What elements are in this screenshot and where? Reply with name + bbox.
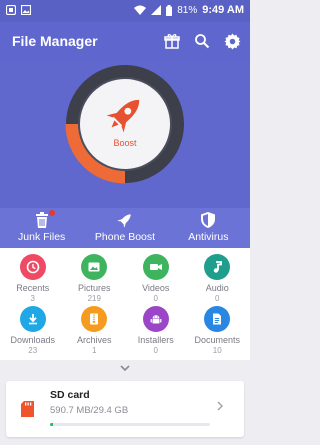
category-name: Videos <box>142 283 170 293</box>
category-pictures[interactable]: Pictures 219 <box>64 252 126 304</box>
archive-icon <box>81 306 108 332</box>
rocket-icon <box>117 214 131 228</box>
search-icon <box>195 34 210 49</box>
phone-boost-label: Phone Boost <box>94 231 156 243</box>
category-name: Documents <box>194 335 241 345</box>
battery-icon <box>166 4 173 16</box>
sd-card-icon <box>21 401 34 417</box>
category-count: 0 <box>153 294 158 303</box>
expand-categories-button[interactable] <box>0 360 250 376</box>
settings-button[interactable] <box>222 31 242 51</box>
category-downloads[interactable]: Downloads 23 <box>2 304 64 356</box>
category-archives[interactable]: Archives 1 <box>64 304 126 356</box>
category-grid-panel: Recents 3 Pictures 219 Videos 0 Audio 0 … <box>0 248 250 360</box>
app-bar: File Manager <box>0 22 250 62</box>
category-videos[interactable]: Videos 0 <box>125 252 187 304</box>
signal-icon <box>151 5 162 15</box>
document-icon <box>204 306 231 332</box>
category-name: Downloads <box>10 335 56 345</box>
category-count: 3 <box>30 294 35 303</box>
download-icon <box>19 306 46 332</box>
junk-files-button[interactable]: Junk Files <box>0 208 83 248</box>
boost-gauge[interactable]: Boost <box>65 64 185 184</box>
gift-icon <box>164 34 180 49</box>
storage-size: 590.7 MB/29.4 GB <box>50 405 129 416</box>
video-icon <box>142 254 169 280</box>
category-count: 0 <box>153 346 158 355</box>
gear-icon <box>224 33 240 49</box>
category-name: Archives <box>76 335 112 345</box>
storage-usage-fill <box>50 423 54 426</box>
junk-alert-dot <box>49 210 55 216</box>
shield-icon <box>201 212 216 228</box>
storage-name: SD card <box>50 389 90 401</box>
category-count: 1 <box>92 346 97 355</box>
category-count: 23 <box>28 346 38 355</box>
category-recents[interactable]: Recents 3 <box>2 252 64 304</box>
category-count: 10 <box>212 346 222 355</box>
sd-card-storage[interactable]: SD card 590.7 MB/29.4 GB <box>6 381 244 437</box>
category-installers[interactable]: Installers 0 <box>125 304 187 356</box>
image-icon <box>21 5 31 15</box>
app-title: File Manager <box>12 33 98 49</box>
battery-percent: 81% <box>177 4 198 16</box>
category-name: Recents <box>16 283 50 293</box>
search-button[interactable] <box>192 31 212 51</box>
quick-actions-bar: Junk Files Phone Boost Antivirus <box>0 208 250 248</box>
junk-files-label: Junk Files <box>18 231 66 243</box>
antivirus-button[interactable]: Antivirus <box>167 208 250 248</box>
clock-icon <box>19 254 46 280</box>
category-audio[interactable]: Audio 0 <box>187 252 249 304</box>
chevron-right-icon <box>217 401 223 411</box>
status-bar: 81% 9:49 AM <box>0 0 250 22</box>
category-documents[interactable]: Documents 10 <box>187 304 249 356</box>
phone-boost-button[interactable]: Phone Boost <box>83 208 166 248</box>
chevron-down-icon <box>120 365 130 372</box>
category-name: Installers <box>137 335 174 345</box>
antivirus-label: Antivirus <box>188 231 229 243</box>
category-count: 0 <box>215 294 220 303</box>
category-name: Pictures <box>77 283 111 293</box>
boost-label: Boost <box>113 138 137 148</box>
android-icon <box>142 306 169 332</box>
picture-icon <box>81 254 108 280</box>
notification-icon <box>6 5 16 15</box>
gift-button[interactable] <box>162 31 182 51</box>
boost-panel: Boost <box>0 62 250 208</box>
music-icon <box>204 254 231 280</box>
storage-usage-bar <box>50 423 210 426</box>
wifi-icon <box>134 5 147 15</box>
status-time: 9:49 AM <box>202 4 244 16</box>
trash-icon <box>35 212 48 228</box>
category-name: Audio <box>205 283 229 293</box>
category-count: 219 <box>87 294 101 303</box>
